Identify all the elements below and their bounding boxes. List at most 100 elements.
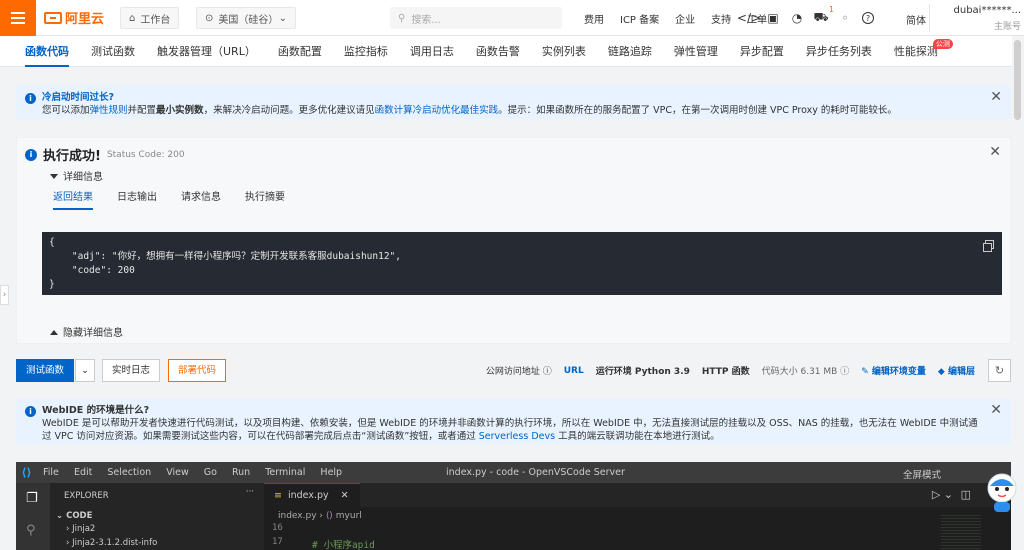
tab-test-function[interactable]: 测试函数 [80,36,146,67]
subtab-log-output[interactable]: 日志输出 [105,186,169,210]
close-icon[interactable]: ✕ [989,144,1001,160]
more-icon[interactable]: ··· [246,487,254,497]
layers-icon: ◆ [937,367,945,377]
runtime-info: 运行环境 Python 3.9 [595,367,690,377]
region-select[interactable]: ⊙ 美国（硅谷） ⌄ [196,7,296,29]
top-link-support[interactable]: 支持 [703,11,739,26]
tab-instances[interactable]: 实例列表 [531,36,597,67]
caret-down-icon [50,174,58,179]
menu-go[interactable]: Go [198,467,223,478]
brand-logo[interactable]: 阿里云 [44,8,104,27]
beta-badge: 公测 [932,38,953,49]
tree-item[interactable]: › Jinja2 [66,524,95,534]
code-size-info: 代码大小 6.31 MB ⓘ [761,367,850,377]
code-folder[interactable]: ⌄ CODE [56,511,92,521]
language-switch[interactable]: 简体 [906,12,926,27]
side-expand-tab[interactable]: › [0,285,9,305]
ide-window-title: index.py - code - OpenVSCode Server [446,467,625,478]
editor-tab-index[interactable]: ≡ index.py ✕ [264,483,360,507]
cart-icon[interactable]: ⛟ 1 [813,5,834,25]
detail-toggle[interactable]: 详细信息 [50,168,103,183]
function-tabs: 函数代码 测试函数 触发器管理（URL） 函数配置 监控指标 调用日志 函数告警… [0,36,1012,67]
location-icon: ⊙ [205,12,214,24]
serverless-devs-link[interactable]: Serverless Devs [479,431,555,442]
menu-run[interactable]: Run [226,467,256,478]
elastic-rule-link[interactable]: 弹性规则 [90,105,128,116]
menu-file[interactable]: File [37,467,65,478]
menu-help[interactable]: Help [314,467,348,478]
deploy-code-button[interactable]: 部署代码 [168,359,226,382]
http-function-info: HTTP 函数 [701,367,750,377]
tab-alerts[interactable]: 函数告警 [465,36,531,67]
test-function-button[interactable]: 测试函数 [16,359,74,382]
top-link-enterprise[interactable]: 企业 [667,11,703,26]
activity-bar: ❐ ⚲ [16,483,50,550]
menu-icon[interactable] [0,0,36,36]
status-code: Status Code: 200 [106,149,185,160]
workbench-button[interactable]: ⌂ 工作台 [120,7,180,29]
public-url-label: 公网访问地址 ⓘ [485,367,552,377]
edit-env-button[interactable]: ✎ 编辑环境变量 [861,364,926,377]
url-link[interactable]: URL [564,366,584,376]
tab-triggers[interactable]: 触发器管理（URL） [146,36,267,67]
caret-up-icon [50,330,58,335]
tab-async-tasks[interactable]: 异步任务列表 [795,36,883,67]
result-code-box: { "adj": "你好，想拥有一样得小程序吗？定制开发联系客服dubaishu… [42,232,1002,295]
menu-terminal[interactable]: Terminal [259,467,311,478]
menu-selection[interactable]: Selection [101,467,157,478]
explorer-title: EXPLORER [64,491,109,501]
result-title: 执行成功! [43,149,101,164]
realtime-log-button[interactable]: 实时日志 [102,359,160,382]
terminal-icon[interactable]: ▣ [766,11,780,25]
search-input[interactable]: ⚲ 搜索... [390,7,562,29]
tree-item[interactable]: › Jinja2-3.1.2.dist-info [66,538,157,548]
code-line: } [49,279,55,290]
tab-function-code[interactable]: 函数代码 [14,36,80,67]
explorer-panel: EXPLORER ··· ⌄ CODE › Jinja2 › Jinja2-3.… [50,483,264,550]
split-icon[interactable]: ◫ [961,488,971,501]
tab-async-config[interactable]: 异步配置 [729,36,795,67]
tab-perf-probe[interactable]: 性能探测 公测 [883,36,953,67]
code-line: # 小程序apid [312,540,375,550]
notice-text: WebIDE 是可以帮助开发者快速进行代码测试，以及项目构建、依赖安装，但是 W… [42,418,978,442]
code-icon[interactable]: </> [737,11,761,25]
tab-tracing[interactable]: 链路追踪 [597,36,663,67]
code-editor[interactable]: ≡ index.py ✕ ▷ ⌄ ◫ index.py › ⟨⟩ myurl 1… [264,483,1011,550]
user-menu[interactable]: dubai******... 主账号 [935,5,1021,32]
tab-metrics[interactable]: 监控指标 [333,36,399,67]
scrollbar-thumb[interactable] [1014,40,1021,120]
edit-layer-button[interactable]: ◆ 编辑层 [938,364,975,377]
run-icon[interactable]: ▷ ⌄ [932,488,953,501]
subtab-request-info[interactable]: 请求信息 [169,186,233,210]
tab-function-config[interactable]: 函数配置 [267,36,333,67]
help-icon[interactable]: ? [862,12,874,24]
copy-icon[interactable] [983,240,994,252]
fullscreen-button[interactable]: 全屏模式 [903,467,941,481]
menu-view[interactable]: View [160,467,195,478]
close-icon[interactable]: ✕ [990,90,1002,104]
best-practice-link[interactable]: 函数计算冷启动优化最佳实践 [375,105,499,116]
menu-edit[interactable]: Edit [68,467,98,478]
close-icon[interactable]: ✕ [341,490,349,501]
top-link-icp[interactable]: ICP 备案 [612,11,667,26]
tab-logs[interactable]: 调用日志 [399,36,465,67]
files-icon[interactable]: ❐ [26,491,38,506]
close-icon[interactable]: ✕ [990,403,1002,417]
python-file-icon: ≡ [274,490,282,501]
minimap[interactable] [941,513,981,550]
subtab-summary[interactable]: 执行摘要 [233,186,297,210]
subtab-result[interactable]: 返回结果 [41,186,105,210]
lightbulb-icon[interactable]: ⚬ [838,11,852,25]
breadcrumb: index.py › ⟨⟩ myurl [278,511,362,521]
home-icon: ⌂ [129,12,136,24]
hide-detail-toggle[interactable]: 隐藏详细信息 [50,324,123,339]
top-link-billing[interactable]: 费用 [576,11,612,26]
refresh-button[interactable]: ↻ [988,359,1011,382]
bell-icon[interactable]: ◔ [790,11,804,25]
notice-title: 冷启动时间过长? [42,92,115,103]
tab-scaling[interactable]: 弹性管理 [663,36,729,67]
assistant-mascot-icon[interactable] [984,470,1020,514]
test-dropdown-button[interactable]: ⌄ [75,359,95,382]
notice-title: WebIDE 的环境是什么? [42,405,150,416]
search-icon[interactable]: ⚲ [26,523,36,538]
